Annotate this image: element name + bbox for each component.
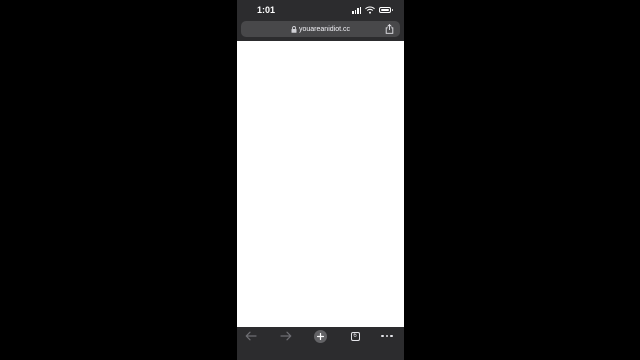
battery-icon [379,7,393,13]
signal-icon [352,6,361,14]
web-content[interactable] [237,41,404,327]
share-icon[interactable] [385,24,394,34]
new-tab-button[interactable] [306,327,334,345]
new-tab-plus-icon [313,329,327,343]
more-menu-icon [381,334,393,338]
phone-screen: 1:01 youareanidiot.cc 6 [237,0,404,360]
wifi-icon [365,6,375,14]
bottom-toolbar: 6 [237,327,404,360]
address-bar[interactable]: youareanidiot.cc [241,21,400,37]
url-group[interactable]: youareanidiot.cc [241,21,400,37]
back-arrow-icon [245,331,257,341]
status-bar: 1:01 [237,0,404,20]
tabs-icon: 6 [350,331,360,341]
status-icons [352,6,393,14]
tab-count: 6 [353,333,357,339]
tabs-button[interactable]: 6 [341,327,369,345]
lock-icon [291,25,297,33]
status-time: 1:01 [257,5,276,15]
back-button[interactable] [237,327,265,345]
url-text[interactable]: youareanidiot.cc [299,26,350,33]
more-button[interactable] [373,327,401,345]
forward-button[interactable] [272,327,300,345]
forward-arrow-icon [280,331,292,341]
